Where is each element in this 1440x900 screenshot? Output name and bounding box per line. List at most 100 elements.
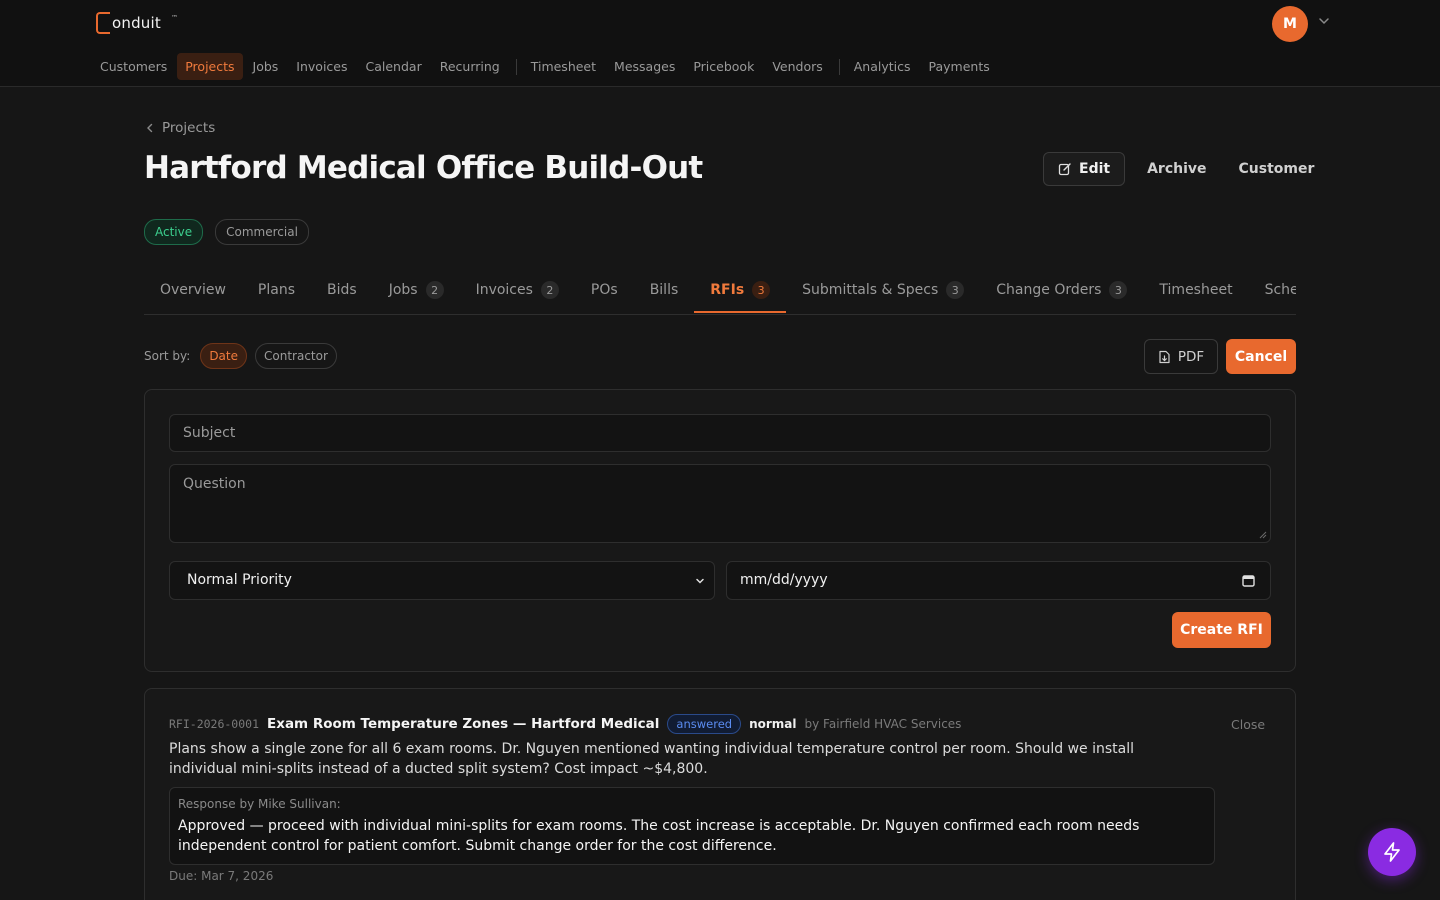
page-title: Hartford Medical Office Build-Out [144,150,703,186]
bolt-icon [1384,842,1400,862]
avatar[interactable]: M [1272,6,1308,42]
breadcrumb-label: Projects [162,120,216,136]
type-badge: Commercial [215,219,309,245]
rfi-title[interactable]: Exam Room Temperature Zones — Hartford M… [267,716,659,732]
tab-bids[interactable]: Bids [311,268,373,312]
rfi-author: by Fairfield HVAC Services [804,717,962,731]
nav-item-analytics[interactable]: Analytics [846,53,919,80]
nav-item-pricebook[interactable]: Pricebook [685,53,762,80]
tab-count-badge: 2 [425,281,444,299]
close-rfi-button[interactable]: Close [1231,717,1265,732]
priority-select[interactable]: Normal Priority [169,561,715,600]
due-date-input[interactable]: mm/dd/yyyy [726,561,1271,600]
tab-invoices[interactable]: Invoices 2 [460,268,575,312]
nav-item-timesheet[interactable]: Timesheet [523,53,604,80]
tab-label: Bids [327,282,357,298]
breadcrumb[interactable]: Projects [144,120,215,136]
tab-label: Change Orders [996,282,1102,298]
tab-label: POs [590,282,618,298]
tab-jobs[interactable]: Jobs 2 [373,268,460,312]
logo-mark-icon [96,12,110,34]
tab-label: Bills [649,282,679,298]
tab-submittals[interactable]: Submittals & Specs 3 [786,268,980,312]
rfi-card: RFI-2026-0001 Exam Room Temperature Zone… [144,688,1296,900]
sort-label: Sort by: [144,349,191,363]
top-bar: onduit ™ M Customers Projects Jobs Invoi… [0,0,1440,87]
nav-item-jobs[interactable]: Jobs [245,53,287,80]
rfi-question: Plans show a single zone for all 6 exam … [169,741,1135,777]
sort-date-pill[interactable]: Date [200,343,247,369]
pdf-button[interactable]: PDF [1144,339,1218,374]
rfi-priority: normal [749,717,797,731]
tab-label: Invoices [475,282,533,298]
tab-label: Timesheet [1159,282,1233,298]
tab-count-badge: 3 [1109,281,1128,299]
edit-icon [1058,163,1071,176]
date-placeholder: mm/dd/yyyy [740,572,828,588]
file-download-icon [1159,350,1170,363]
response-label: Response by Mike Sullivan: [178,797,341,811]
tab-count-badge: 2 [540,281,559,299]
nav-item-calendar[interactable]: Calendar [358,53,430,80]
question-placeholder: Question [183,476,246,492]
edit-button-label: Edit [1079,161,1111,177]
tab-label: Plans [257,282,295,298]
nav-item-projects[interactable]: Projects [177,53,243,80]
tab-plans[interactable]: Plans [242,268,311,312]
archive-button[interactable]: Archive [1147,161,1206,177]
nav-divider [838,58,840,75]
resize-handle-icon[interactable] [1259,531,1267,539]
tab-label: RFIs [710,282,745,298]
tab-timesheet[interactable]: Timesheet [1143,268,1248,312]
project-badges: Active Commercial [144,219,309,245]
nav-item-payments[interactable]: Payments [921,53,998,80]
nav-item-customers[interactable]: Customers [92,53,175,80]
calendar-icon[interactable] [1242,574,1255,587]
main-nav: Customers Projects Jobs Invoices Calenda… [92,52,1000,81]
sort-controls: Sort by: Date Contractor [144,343,337,369]
subject-input[interactable]: Subject [169,414,1271,452]
tab-label: Overview [160,282,226,298]
nav-divider [515,58,517,75]
tab-count-badge: 3 [946,281,965,299]
logo[interactable]: onduit ™ [96,12,178,34]
tab-rfis[interactable]: RFIs 3 [694,268,787,313]
cancel-button[interactable]: Cancel [1226,339,1296,374]
rfi-status-badge: answered [667,714,742,734]
tab-schedule[interactable]: Sche [1249,268,1296,312]
response-text: Approved — proceed with individual mini-… [178,818,1140,854]
rfi-due-date: Due: Mar 7, 2026 [169,869,274,883]
edit-button[interactable]: Edit [1043,152,1126,186]
header-actions: Edit Archive Customer [1043,152,1314,186]
pdf-button-label: PDF [1177,348,1205,365]
nav-item-recurring[interactable]: Recurring [432,53,508,80]
chevron-down-icon [696,578,704,584]
tab-overview[interactable]: Overview [144,268,242,312]
trademark: ™ [170,14,178,22]
tab-change-orders[interactable]: Change Orders 3 [980,268,1143,312]
rfi-id: RFI-2026-0001 [169,717,260,731]
sort-contractor-pill[interactable]: Contractor [255,343,337,369]
customer-button[interactable]: Customer [1239,161,1315,177]
chevron-left-icon [147,123,153,133]
tab-label: Jobs [388,282,418,298]
tab-count-badge: 3 [752,281,771,299]
tab-bills[interactable]: Bills [634,268,695,312]
tab-label: Submittals & Specs [802,282,939,298]
nav-item-messages[interactable]: Messages [606,53,683,80]
new-rfi-form: Subject Question Normal Priority mm/dd/y… [144,389,1296,672]
rfi-header: RFI-2026-0001 Exam Room Temperature Zone… [169,714,961,734]
assistant-fab[interactable] [1368,828,1416,876]
nav-item-invoices[interactable]: Invoices [288,53,355,80]
priority-value: Normal Priority [187,572,292,588]
nav-item-vendors[interactable]: Vendors [764,53,830,80]
question-textarea[interactable]: Question [169,464,1271,543]
chevron-down-icon[interactable] [1317,14,1331,28]
create-rfi-button[interactable]: Create RFI [1172,612,1271,648]
project-tabs: Overview Plans Bids Jobs 2 Invoices 2 POs … [144,268,1296,315]
logo-text: onduit [112,14,161,32]
rfi-response: Response by Mike Sullivan: Approved — pr… [169,787,1215,865]
tab-label: Sche [1264,282,1296,298]
tab-pos[interactable]: POs [575,268,634,312]
status-badge: Active [144,219,204,245]
